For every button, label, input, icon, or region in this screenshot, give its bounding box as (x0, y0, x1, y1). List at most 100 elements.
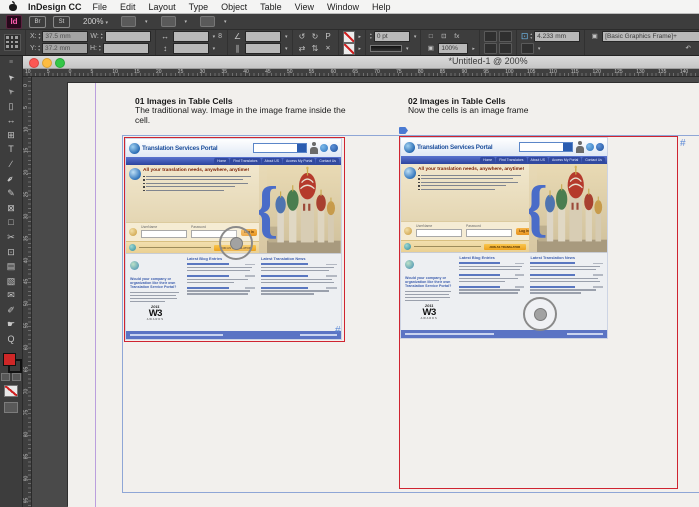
document-title-bar[interactable]: *Untitled-1 @ 200% (22, 55, 699, 69)
direct-selection-tool[interactable]: ➤ (0, 84, 22, 99)
chevron-down-icon[interactable]: ▾ (285, 46, 288, 52)
document-canvas[interactable]: 01 Images in Table Cells The traditional… (32, 77, 699, 507)
menu-item[interactable]: Edit (120, 2, 136, 12)
menu-item[interactable]: View (295, 2, 314, 12)
stepper-icon[interactable]: ▴ ▾ (530, 32, 532, 40)
note-tool[interactable]: ✉ (0, 289, 22, 304)
page-tool[interactable]: ▯ (0, 99, 22, 114)
menu-item[interactable]: Object (221, 2, 247, 12)
fill-swatch-none[interactable] (342, 42, 355, 55)
app-menu[interactable]: InDesign CC (28, 2, 82, 12)
fill-stroke-swatches[interactable] (2, 352, 22, 373)
menu-item[interactable]: File (93, 2, 108, 12)
corner-shape-icon[interactable]: ⊡ (438, 32, 449, 42)
flip-horizontal-icon[interactable]: ⇄ (297, 44, 308, 54)
chevron-down-icon[interactable]: ▾ (538, 46, 541, 52)
website-screenshot[interactable]: Translation Services Portal Home Find Tra… (401, 138, 607, 338)
rotate-ccw-icon[interactable]: ↺ (297, 32, 308, 42)
zoom-button[interactable] (55, 58, 65, 68)
chevron-down-icon[interactable]: ▾ (285, 34, 288, 40)
chevron-down-icon[interactable]: ▾ (213, 46, 216, 52)
close-button[interactable] (29, 58, 39, 68)
hand-tool[interactable]: ☛ (0, 318, 22, 333)
gap-size-field[interactable]: 4.233 mm (534, 31, 581, 42)
chevron-down-icon[interactable]: ▾ (213, 34, 216, 40)
content-collector-tool[interactable]: ⊞ (0, 128, 22, 143)
height-field[interactable] (102, 43, 149, 54)
stepper-icon[interactable]: ▴ ▾ (38, 44, 40, 52)
pen-tool[interactable]: ✒ (0, 172, 22, 187)
gap-tool[interactable]: ↔ (0, 113, 22, 128)
wrap-button[interactable] (498, 31, 512, 42)
flip-vertical-icon[interactable]: ⇅ (310, 44, 321, 54)
type-tool[interactable]: T (0, 143, 22, 158)
chevron-right-icon[interactable]: ▸ (472, 46, 475, 52)
scale-y-field[interactable] (172, 43, 209, 54)
menu-item[interactable]: Layout (149, 2, 176, 12)
scissors-tool[interactable]: ✂ (0, 230, 22, 245)
gradient-swatch-tool[interactable]: ▤ (0, 259, 22, 274)
fill-proxy-swatch[interactable] (3, 352, 16, 366)
opacity-field[interactable]: 100% (438, 43, 469, 54)
free-transform-tool[interactable]: ⊡ (0, 245, 22, 260)
x-position-field[interactable]: 37.5 mm (42, 31, 89, 42)
stroke-weight-field[interactable]: 0 pt (373, 31, 410, 42)
bridge-button[interactable]: Br (29, 15, 46, 28)
stroke-swatch-none[interactable] (342, 30, 355, 43)
object-style-dropdown[interactable]: [Basic Graphics Frame]+ (602, 31, 699, 42)
selection-tool[interactable]: ➤ (0, 70, 22, 85)
rectangle-frame-tool[interactable]: ⊠ (0, 201, 22, 216)
width-field[interactable] (104, 31, 151, 42)
shear-angle-field[interactable] (245, 43, 282, 54)
vertical-ruler[interactable]: 0 5 10 15 20 25 30 35 40 45 50 55 60 65 70 75 80 85 90 95 (22, 68, 32, 507)
screen-mode-toggle[interactable] (4, 401, 18, 413)
chevron-down-icon[interactable]: ▾ (406, 46, 409, 52)
view-options-button[interactable] (120, 16, 136, 27)
stepper-icon[interactable]: ▴ ▾ (99, 44, 101, 52)
chevron-down-icon[interactable]: ▾ (414, 34, 417, 40)
rotation-angle-field[interactable] (245, 31, 282, 42)
menu-item[interactable]: Type (189, 2, 209, 12)
menu-item[interactable]: Table (260, 2, 282, 12)
chevron-right-icon[interactable]: ▸ (359, 34, 362, 40)
reference-point-proxy[interactable] (4, 34, 21, 51)
screen-mode-button[interactable] (160, 16, 176, 27)
zoom-level-dropdown[interactable]: 200% ▾ (83, 17, 108, 26)
corner-options-icon[interactable]: □ (425, 32, 436, 42)
chevron-right-icon[interactable]: ▸ (359, 46, 362, 52)
stock-button[interactable]: St (53, 15, 70, 28)
stroke-type-swatch[interactable] (370, 45, 403, 52)
tools-panel-grip[interactable]: ≡ (0, 55, 22, 70)
effects-button[interactable]: fx (451, 32, 462, 42)
clear-overrides-icon[interactable]: ↶ (683, 44, 694, 54)
menu-item[interactable]: Help (372, 2, 391, 12)
wrap-edge-button[interactable] (498, 43, 512, 54)
horizontal-ruler[interactable]: 10 5 0 5 10 15 20 25 30 35 40 45 50 55 60 65 70 75 80 85 90 9… (22, 68, 699, 77)
line-tool[interactable]: ∕ (0, 157, 22, 172)
stepper-icon[interactable]: ▴ ▾ (101, 32, 103, 40)
stepper-icon[interactable]: ▴ ▾ (370, 32, 372, 40)
rectangle-tool[interactable]: □ (0, 216, 22, 231)
eyedropper-tool[interactable]: ✐ (0, 303, 22, 318)
minimize-button[interactable] (42, 58, 52, 68)
pencil-tool[interactable]: ✎ (0, 186, 22, 201)
rotate-cw-icon[interactable]: ↻ (310, 32, 321, 42)
constrain-scale-icon[interactable]: 8 (218, 33, 222, 40)
frame-fitting-icon[interactable]: ⊡ (521, 31, 529, 42)
formatting-text-button[interactable] (12, 372, 21, 381)
apply-none-button[interactable] (4, 384, 18, 397)
formatting-container-button[interactable] (1, 372, 10, 381)
clear-transform-icon[interactable]: ✕ (323, 44, 334, 54)
wrap-options-button[interactable] (483, 43, 497, 54)
gradient-feather-tool[interactable]: ▧ (0, 274, 22, 289)
scale-x-field[interactable] (172, 31, 209, 42)
arrange-documents-button[interactable] (200, 16, 216, 27)
stepper-icon[interactable]: ▴ ▾ (39, 32, 41, 40)
y-position-field[interactable]: 37.2 mm (42, 43, 88, 54)
zoom-tool[interactable]: Q (0, 332, 22, 347)
drop-shadow-button[interactable] (483, 31, 497, 42)
website-screenshot-slot-2[interactable]: Translation Services Portal Home Find Tra… (401, 138, 607, 338)
auto-fit-button[interactable] (520, 43, 534, 54)
menu-item[interactable]: Window (327, 2, 359, 12)
apple-icon[interactable] (9, 1, 17, 11)
